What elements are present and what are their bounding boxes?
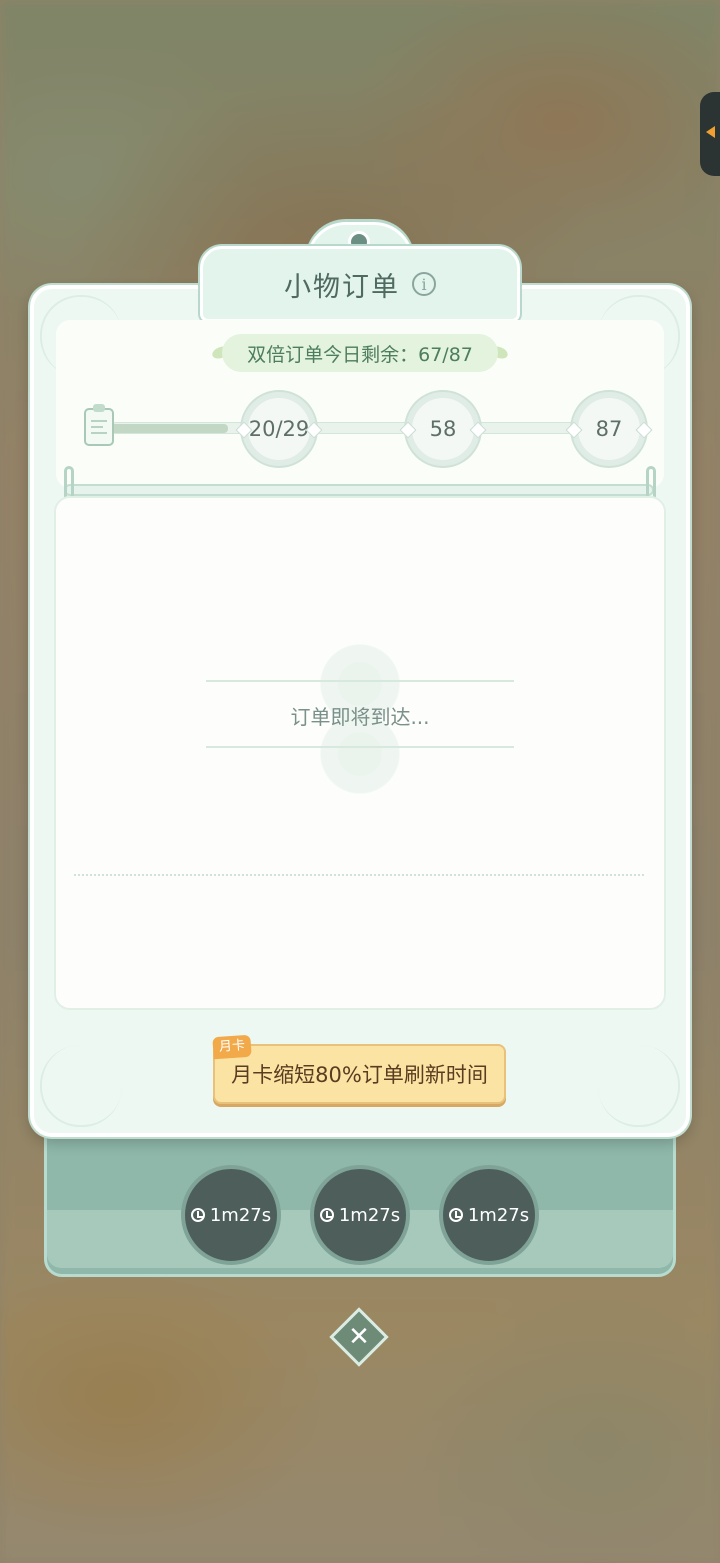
order-slot-tray: 1m27s 1m27s 1m27s (44, 1115, 676, 1277)
milestone-label: 58 (429, 417, 457, 441)
clock-icon (190, 1208, 205, 1222)
order-slot-timer[interactable]: 1m27s (310, 1165, 410, 1265)
order-slot-timer[interactable]: 1m27s (439, 1165, 539, 1265)
milestone-reward[interactable]: 87 (572, 392, 646, 466)
milestone-reward[interactable]: 58 (406, 392, 480, 466)
ornament-line (206, 746, 514, 748)
order-slot-timer[interactable]: 1m27s (181, 1165, 281, 1265)
clock-icon (319, 1208, 334, 1222)
milestone-reward[interactable]: 20/29 (242, 392, 316, 466)
title-tab: 小物订单 i (200, 246, 520, 322)
monthly-card-label: 月卡缩短80%订单刷新时间 (231, 1063, 488, 1087)
milestone-label: 87 (595, 417, 623, 441)
waiting-message: 订单即将到达... (290, 705, 430, 729)
info-icon[interactable]: i (412, 272, 436, 296)
timer-label: 1m27s (467, 1204, 530, 1226)
progress-fill (110, 424, 228, 433)
monthly-card-button[interactable]: 月卡缩短80%订单刷新时间 (213, 1044, 506, 1104)
corner-ornament (598, 1045, 680, 1127)
clipboard-icon (84, 404, 114, 446)
ornament-line (206, 680, 514, 682)
monthly-card-tag: 月卡 (212, 1034, 252, 1060)
timer-label: 1m27s (209, 1204, 272, 1226)
close-icon[interactable]: ✕ (338, 1316, 380, 1358)
double-order-counter: 双倍订单今日剩余：67/87 (222, 334, 498, 372)
scroll-rod (64, 484, 654, 496)
double-order-label: 双倍订单今日剩余：67/87 (247, 343, 473, 366)
side-expand-tab[interactable] (700, 92, 720, 176)
dotted-divider (74, 874, 644, 876)
milestone-label: 20/29 (248, 417, 310, 441)
clock-icon (448, 1208, 463, 1222)
panel-title: 小物订单 (284, 271, 400, 303)
arrow-left-icon (706, 126, 715, 138)
timer-label: 1m27s (338, 1204, 401, 1226)
corner-ornament (40, 1045, 122, 1127)
